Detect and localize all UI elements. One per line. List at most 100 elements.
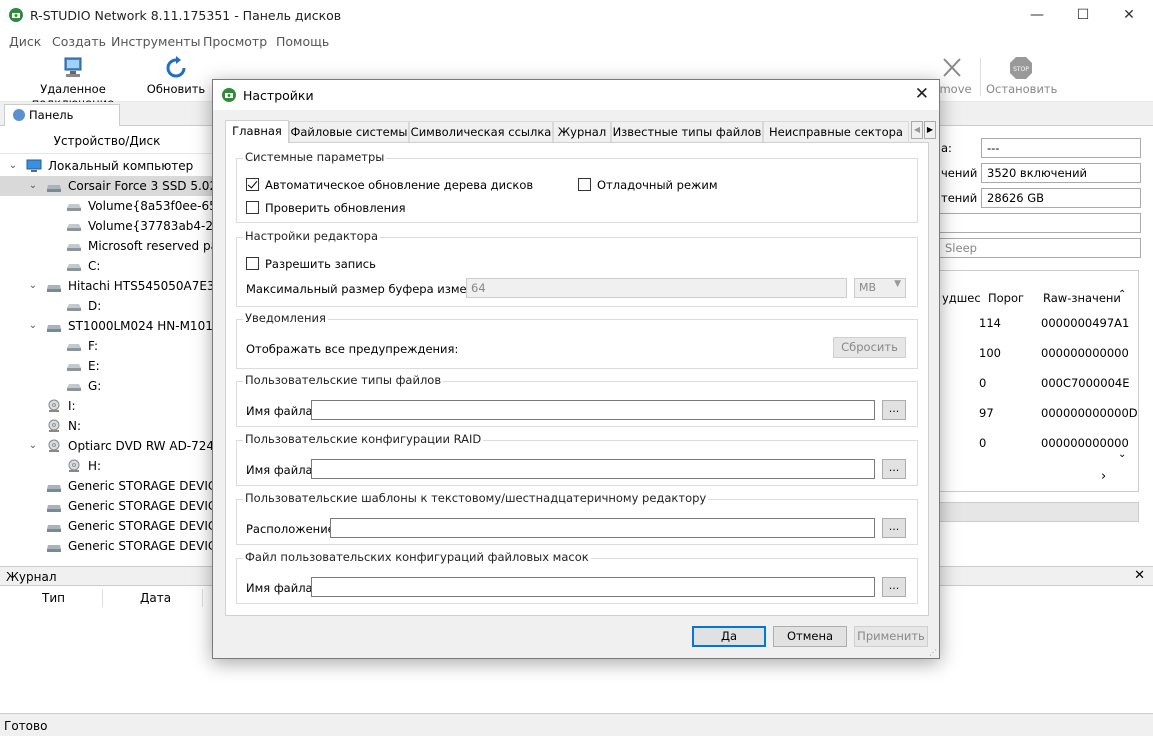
tree-item[interactable]: E: (0, 356, 213, 376)
scroll-down-icon[interactable]: ⌄ (1118, 449, 1126, 460)
templates-location-input[interactable] (330, 518, 875, 538)
smart-threshold-cell: 0 (979, 376, 987, 390)
menu-bar: Диск Создать Инструменты Просмотр Помощь (0, 31, 1153, 52)
location-label: Расположение: (246, 522, 339, 536)
auto-update-checkbox[interactable] (246, 178, 259, 191)
tab-disk-panel[interactable]: Панель дисков (4, 104, 120, 136)
tree-item[interactable]: Microsoft reserved parti (0, 236, 213, 256)
stop-button[interactable]: STOP Остановить (986, 56, 1057, 100)
tree-item-label: Corsair Force 3 SSD 5.02 (68, 179, 214, 193)
tab-general[interactable]: Главная (225, 120, 289, 143)
browse-masks-button[interactable]: ... (882, 577, 906, 597)
tree-item-label: I: (68, 399, 76, 413)
tree-item[interactable]: ⌄ Hitachi HTS545050A7E380 G (0, 276, 213, 296)
app-logo-icon (222, 88, 236, 102)
smart-raw-cell: 000C7000004E (1041, 376, 1130, 390)
debug-mode-checkbox[interactable] (578, 178, 591, 191)
apply-button[interactable]: Применить (854, 626, 928, 647)
browse-raid-button[interactable]: ... (882, 459, 906, 479)
tab-known-file-types[interactable]: Известные типы файлов (611, 121, 763, 142)
rp-field-3 (939, 213, 1141, 233)
scroll-right-icon[interactable]: › (1101, 469, 1106, 484)
expand-chevron-icon[interactable]: ⌄ (28, 276, 38, 296)
buffer-unit-select[interactable]: MB ▼ (854, 278, 906, 298)
smart-raw-cell: 000000000000D (1041, 406, 1138, 420)
journal-col-date[interactable]: Дата (140, 591, 171, 605)
col-divider (202, 589, 203, 607)
tree-item[interactable]: N: (0, 416, 213, 436)
menu-disk[interactable]: Диск (9, 34, 41, 49)
auto-update-label: Автоматическое обновление дерева дисков (265, 178, 534, 192)
cancel-button[interactable]: Отмена (773, 626, 847, 647)
check-updates-checkbox[interactable] (246, 201, 259, 214)
tree-item[interactable]: D: (0, 296, 213, 316)
group-user-templates: Пользовательские шаблоны к текстовому/ше… (236, 491, 918, 545)
expand-chevron-icon[interactable]: ⌄ (28, 316, 38, 336)
menu-help[interactable]: Помощь (276, 34, 329, 49)
dialog-close-icon[interactable]: ✕ (915, 84, 929, 104)
resize-grip-icon[interactable]: ⋰ (929, 648, 937, 657)
allow-write-checkbox[interactable] (246, 257, 259, 270)
expand-chevron-icon[interactable]: ⌄ (28, 176, 38, 196)
remote-connect-button[interactable]: Удаленное подключение (6, 56, 140, 110)
tab-next-icon[interactable]: ▶ (924, 121, 936, 139)
journal-col-type[interactable]: Тип (42, 591, 65, 605)
max-buffer-input[interactable]: 64 (466, 278, 847, 298)
tree-item[interactable]: G: (0, 376, 213, 396)
window-title: R-STUDIO Network 8.11.175351 - Панель ди… (30, 8, 342, 23)
tree-item[interactable]: ⌄ Optiarc DVD RW AD-7240S (0, 436, 213, 456)
tree-item[interactable]: H: (0, 456, 213, 476)
tree-item[interactable]: Volume{37783ab4-2b34 (0, 216, 213, 236)
remove-icon (943, 58, 961, 77)
ok-button[interactable]: Да (692, 626, 766, 647)
tree-item[interactable]: Generic STORAGE DEVICE 9 (0, 496, 213, 516)
volume-icon (66, 259, 82, 273)
maximize-button[interactable]: ☐ (1060, 0, 1106, 31)
tree-item[interactable]: C: (0, 256, 213, 276)
tree-item-label: Generic STORAGE DEVICE 9 (68, 519, 213, 533)
dialog-title: Настройки (243, 88, 314, 103)
disk-icon (46, 499, 62, 513)
menu-tools[interactable]: Инструменты (111, 34, 200, 49)
tree-item[interactable]: F: (0, 336, 213, 356)
group-title: Системные параметры (243, 150, 387, 164)
tree-column-header[interactable]: Устройство/Диск (0, 126, 213, 154)
dialog-body: Системные параметры Автоматическое обнов… (225, 142, 929, 616)
tree-item[interactable]: ⌄ ST1000LM024 HN-M101MB (0, 316, 213, 336)
reset-warnings-button[interactable]: Сбросить (833, 337, 906, 358)
scroll-up-icon[interactable]: ⌃ (1118, 289, 1126, 300)
expand-chevron-icon[interactable]: ⌄ (28, 436, 38, 456)
tree-item[interactable]: I: (0, 396, 213, 416)
tree-item[interactable]: ⌄ Локальный компьютер (0, 156, 213, 176)
raid-config-input[interactable] (311, 459, 875, 479)
tree-item[interactable]: ⌄ Corsair Force 3 SSD 5.02 (0, 176, 214, 196)
tree-item[interactable]: Generic STORAGE DEVICE 9 (0, 476, 213, 496)
tree-item[interactable]: Generic STORAGE DEVICE 9 (0, 516, 213, 536)
tab-symlink[interactable]: Символическая ссылка (409, 121, 553, 142)
menu-create[interactable]: Создать (52, 34, 106, 49)
file-name-label: Имя файла: (246, 463, 317, 477)
tree-item[interactable]: Generic STORAGE DEVICE 9 (0, 536, 213, 556)
tab-file-systems[interactable]: Файловые системы (289, 121, 409, 142)
file-types-input[interactable] (311, 400, 875, 420)
group-editor: Настройки редактора Разрешить запись Мак… (236, 229, 918, 307)
disk-icon (46, 279, 62, 293)
tab-bad-sectors[interactable]: Неисправные сектора (763, 121, 909, 142)
smart-threshold-cell: 0 (979, 436, 987, 450)
tree-item-label: Generic STORAGE DEVICE 9 (68, 539, 213, 553)
close-window-button[interactable]: ✕ (1106, 0, 1152, 31)
refresh-icon (166, 56, 186, 78)
stop-icon: STOP (1010, 57, 1032, 79)
minimize-button[interactable]: — (1014, 0, 1060, 31)
journal-close-icon[interactable]: ✕ (1134, 568, 1145, 583)
browse-templates-button[interactable]: ... (882, 518, 906, 538)
browse-file-types-button[interactable]: ... (882, 400, 906, 420)
rp-label-1: чений (941, 166, 978, 180)
expand-chevron-icon[interactable]: ⌄ (8, 156, 18, 176)
refresh-button[interactable]: Обновить (146, 56, 206, 100)
masks-file-input[interactable] (311, 577, 875, 597)
menu-view[interactable]: Просмотр (203, 34, 267, 49)
tab-prev-icon[interactable]: ◀ (911, 121, 923, 139)
tree-item[interactable]: Volume{8a53f0ee-658e- (0, 196, 213, 216)
tab-log[interactable]: Журнал (553, 121, 611, 142)
